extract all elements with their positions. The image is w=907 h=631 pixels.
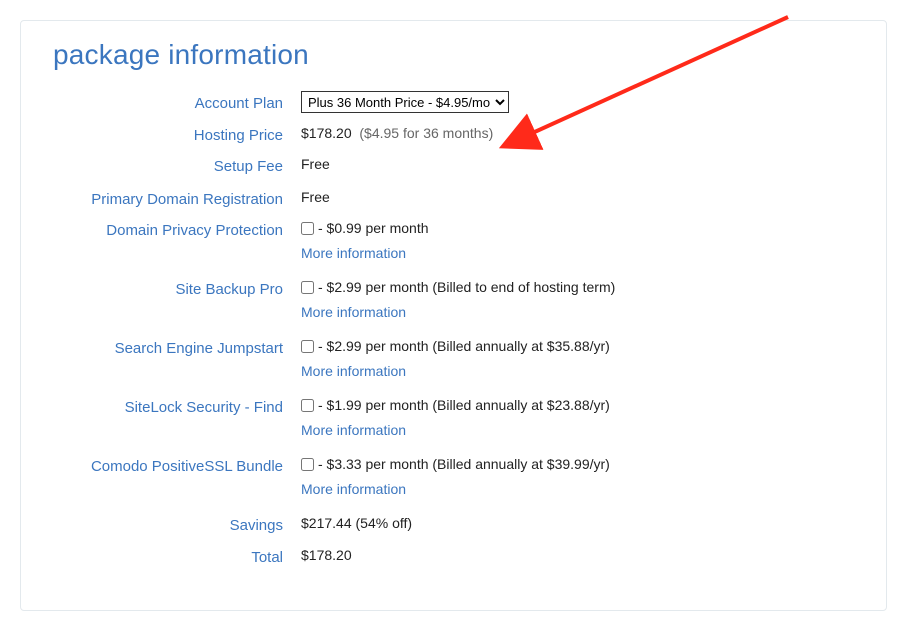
label-sitelock: SiteLock Security - Find — [53, 395, 301, 420]
label-site-backup: Site Backup Pro — [53, 277, 301, 302]
row-account-plan: Account Plan Plus 36 Month Price - $4.95… — [53, 91, 854, 116]
price-site-backup: - $2.99 per month (Billed to end of host… — [318, 277, 615, 298]
row-hosting-price: Hosting Price $178.20 ($4.95 for 36 mont… — [53, 123, 854, 148]
panel-title: package information — [53, 39, 854, 71]
checkbox-comodo[interactable] — [301, 458, 314, 471]
row-total: Total $178.20 — [53, 545, 854, 570]
value-total: $178.20 — [301, 545, 854, 566]
row-sitelock: SiteLock Security - Find - $1.99 per mon… — [53, 395, 854, 447]
value-savings: $217.44 (54% off) — [301, 513, 854, 534]
row-primary-domain: Primary Domain Registration Free — [53, 187, 854, 212]
price-search-engine: - $2.99 per month (Billed annually at $3… — [318, 336, 610, 357]
account-plan-select[interactable]: Plus 36 Month Price - $4.95/mo. — [301, 91, 509, 113]
row-site-backup: Site Backup Pro - $2.99 per month (Bille… — [53, 277, 854, 329]
more-info-domain-privacy[interactable]: More information — [301, 243, 406, 264]
value-primary-domain: Free — [301, 187, 854, 208]
price-domain-privacy: - $0.99 per month — [318, 218, 429, 239]
price-sitelock: - $1.99 per month (Billed annually at $2… — [318, 395, 610, 416]
checkbox-search-engine[interactable] — [301, 340, 314, 353]
label-savings: Savings — [53, 513, 301, 538]
label-total: Total — [53, 545, 301, 570]
value-hosting-price: $178.20 ($4.95 for 36 months) — [301, 123, 854, 144]
more-info-site-backup[interactable]: More information — [301, 302, 406, 323]
more-info-sitelock[interactable]: More information — [301, 420, 406, 441]
label-primary-domain: Primary Domain Registration — [53, 187, 301, 212]
row-savings: Savings $217.44 (54% off) — [53, 513, 854, 538]
row-comodo: Comodo PositiveSSL Bundle - $3.33 per mo… — [53, 454, 854, 506]
label-comodo: Comodo PositiveSSL Bundle — [53, 454, 301, 479]
label-domain-privacy: Domain Privacy Protection — [53, 218, 301, 243]
checkbox-domain-privacy[interactable] — [301, 222, 314, 235]
more-info-search-engine[interactable]: More information — [301, 361, 406, 382]
row-search-engine: Search Engine Jumpstart - $2.99 per mont… — [53, 336, 854, 388]
row-setup-fee: Setup Fee Free — [53, 154, 854, 179]
value-setup-fee: Free — [301, 154, 854, 175]
label-search-engine: Search Engine Jumpstart — [53, 336, 301, 361]
more-info-comodo[interactable]: More information — [301, 479, 406, 500]
package-info-panel: package information Account Plan Plus 36… — [20, 20, 887, 611]
label-hosting-price: Hosting Price — [53, 123, 301, 148]
price-comodo: - $3.33 per month (Billed annually at $3… — [318, 454, 610, 475]
checkbox-sitelock[interactable] — [301, 399, 314, 412]
label-setup-fee: Setup Fee — [53, 154, 301, 179]
checkbox-site-backup[interactable] — [301, 281, 314, 294]
row-domain-privacy: Domain Privacy Protection - $0.99 per mo… — [53, 218, 854, 270]
label-account-plan: Account Plan — [53, 91, 301, 116]
